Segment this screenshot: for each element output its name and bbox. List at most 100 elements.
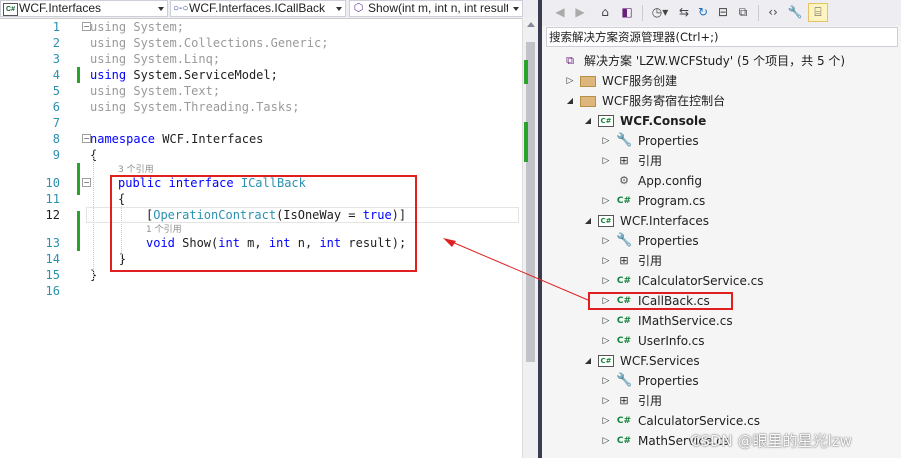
tree-item[interactable]: C# UserInfo.cs [542, 331, 901, 351]
expanded-arrow-icon[interactable] [582, 111, 594, 131]
keyword: using [90, 52, 127, 66]
solution-explorer-toolbar: ◀ ▶ ⌂ ◧ ◷▾ ⇆ ↻ ⊟ ⧉ ‹› 🔧 ⌸ [542, 0, 901, 26]
code-text: System.ServiceModel; [126, 68, 278, 82]
csharp-project-icon: C# [3, 3, 18, 16]
collapsed-arrow-icon[interactable] [600, 251, 612, 271]
tree-item[interactable]: ⧉ 解决方案 'LZW.WCFStudy' (5 个项目，共 5 个) [542, 51, 901, 71]
forward-icon[interactable]: ▶ [572, 3, 588, 22]
csharp-file-icon: C# [616, 316, 632, 326]
tree-item-label: 引用 [638, 254, 663, 268]
switch-views-icon[interactable]: ◧ [618, 3, 636, 22]
line-number: 7 [52, 116, 60, 130]
collapse-all-icon[interactable]: ⊟ [714, 3, 732, 22]
collapse-toggle[interactable]: − [82, 178, 91, 187]
line-number: 13 [45, 236, 60, 250]
tree-item[interactable]: ⚙ App.config [542, 171, 901, 191]
tree-item[interactable]: 🔧 Properties [542, 131, 901, 151]
line-number: 16 [45, 284, 60, 298]
code-line-5: using System.Text; [90, 83, 220, 99]
tree-item-label: Properties [638, 134, 699, 148]
view-code-icon[interactable]: ‹› [764, 3, 782, 22]
tree-item[interactable]: ⊞ 引用 [542, 251, 901, 271]
preview-selected-items-icon[interactable]: ⌸ [808, 3, 828, 22]
tree-item[interactable]: C# ICalculatorService.cs [542, 271, 901, 291]
collapse-toggle[interactable]: − [82, 22, 91, 31]
collapsed-arrow-icon[interactable] [600, 131, 612, 151]
references-icon: ⊞ [619, 394, 629, 407]
tree-item[interactable]: C# WCF.Services [542, 351, 901, 371]
refresh-icon[interactable]: ↻ [694, 3, 712, 22]
tree-item-label: CalculatorService.cs [638, 414, 760, 428]
collapsed-arrow-icon[interactable] [600, 411, 612, 431]
expanded-arrow-icon[interactable] [582, 211, 594, 231]
tree-item-label: WCF.Interfaces [620, 214, 710, 228]
tree-item[interactable]: WCF服务创建 [542, 71, 901, 91]
tree-item[interactable]: C# Program.cs [542, 191, 901, 211]
interface-icon: ○-○ [173, 3, 189, 14]
codelens-references[interactable]: 3 个引用 [118, 162, 154, 175]
chevron-down-icon [513, 7, 519, 11]
line-number: 6 [52, 100, 60, 114]
tree-item-label: WCF服务创建 [602, 74, 678, 88]
collapsed-arrow-icon[interactable] [600, 191, 612, 211]
properties-wrench-icon[interactable]: 🔧 [786, 3, 804, 22]
csharp-file-icon: C# [616, 436, 632, 446]
keyword: namespace [90, 132, 156, 146]
collapsed-arrow-icon[interactable] [600, 391, 612, 411]
code-text: WCF.Interfaces [155, 132, 264, 146]
collapsed-arrow-icon[interactable] [600, 431, 612, 451]
collapsed-arrow-icon[interactable] [600, 371, 612, 391]
collapsed-arrow-icon[interactable] [564, 71, 576, 91]
tree-item-label: ICalculatorService.cs [638, 274, 764, 288]
solution-search-box[interactable] [546, 27, 898, 47]
keyword: using [90, 68, 127, 82]
line-number: 1 [52, 20, 60, 34]
tree-item[interactable]: C# IMathService.cs [542, 311, 901, 331]
collapsed-arrow-icon[interactable] [600, 271, 612, 291]
tree-item[interactable]: ⊞ 引用 [542, 391, 901, 411]
type-dropdown[interactable]: ○-○ WCF.Interfaces.ICallBack [170, 0, 346, 17]
tree-item-label: 引用 [638, 394, 663, 408]
tree-item-label: UserInfo.cs [638, 334, 705, 348]
change-map-marker [524, 122, 528, 162]
collapsed-arrow-icon[interactable] [600, 331, 612, 351]
tree-item-label: 解决方案 'LZW.WCFStudy' (5 个项目，共 5 个) [584, 54, 846, 68]
collapsed-arrow-icon[interactable] [600, 231, 612, 251]
line-number: 4 [52, 68, 60, 82]
tree-item[interactable]: C# WCF.Interfaces [542, 211, 901, 231]
tree-item[interactable]: WCF服务寄宿在控制台 [542, 91, 901, 111]
code-editor[interactable]: C# WCF.Interfaces ○-○ WCF.Interfaces.ICa… [0, 0, 540, 458]
show-all-files-icon[interactable]: ⧉ [734, 3, 752, 22]
change-marker [77, 163, 80, 195]
tree-item-label: WCF.Console [620, 114, 707, 128]
tree-item[interactable]: 🔧 Properties [542, 231, 901, 251]
references-icon: ⊞ [619, 254, 629, 267]
vertical-scrollbar[interactable] [522, 18, 539, 458]
collapsed-arrow-icon[interactable] [600, 151, 612, 171]
scroll-up-icon[interactable] [527, 22, 535, 27]
code-text: System.Linq; [126, 52, 221, 66]
tree-item[interactable]: 🔧 Properties [542, 371, 901, 391]
solution-search-input[interactable] [549, 29, 889, 45]
scrollbar-thumb[interactable] [526, 42, 535, 362]
sync-icon[interactable]: ⇆ [676, 3, 692, 22]
member-dropdown[interactable]: ⬡ Show(int m, int n, int result) [349, 0, 523, 17]
code-line-4: using System.ServiceModel; [90, 67, 278, 83]
line-number: 5 [52, 84, 60, 98]
project-dropdown[interactable]: C# WCF.Interfaces [0, 0, 168, 17]
line-number: 12 [45, 208, 60, 222]
solution-explorer: ◀ ▶ ⌂ ◧ ◷▾ ⇆ ↻ ⊟ ⧉ ‹› 🔧 ⌸ ⧉ 解决方案 'LZW.WCF… [542, 0, 901, 458]
pending-changes-filter-icon[interactable]: ◷▾ [648, 3, 672, 22]
back-icon[interactable]: ◀ [552, 3, 568, 22]
tree-item[interactable]: ⊞ 引用 [542, 151, 901, 171]
collapsed-arrow-icon[interactable] [600, 311, 612, 331]
home-icon[interactable]: ⌂ [596, 3, 614, 22]
wrench-icon: 🔧 [616, 233, 633, 248]
collapse-toggle[interactable]: − [82, 134, 91, 143]
expanded-arrow-icon[interactable] [582, 351, 594, 371]
tree-item[interactable]: C# WCF.Console [542, 111, 901, 131]
change-marker [77, 67, 80, 83]
tree-item[interactable]: C# CalculatorService.cs [542, 411, 901, 431]
change-marker [77, 211, 80, 251]
expanded-arrow-icon[interactable] [564, 91, 576, 111]
